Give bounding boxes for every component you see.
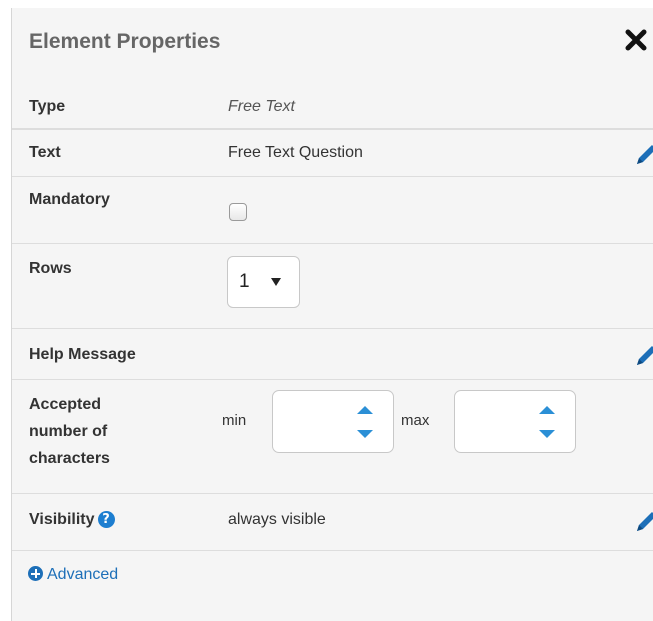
max-characters-input[interactable] (454, 390, 576, 453)
accepted-label-line1: Accepted (29, 396, 102, 413)
accepted-characters-row: Accepted number of characters min max (12, 380, 653, 494)
mandatory-row: Mandatory (12, 177, 653, 244)
rows-select-value: 1 (239, 271, 250, 292)
visibility-row: Visibility? always visible (12, 494, 653, 551)
pencil-icon[interactable] (633, 509, 653, 535)
question-circle-icon[interactable]: ? (97, 511, 115, 528)
max-label: max (401, 412, 430, 429)
rows-select[interactable]: 1 (227, 256, 300, 308)
type-row: Type Free Text (12, 84, 653, 129)
min-characters-input[interactable] (272, 390, 394, 453)
accepted-label-line3: characters (29, 450, 110, 467)
spin-down-icon[interactable] (357, 430, 373, 438)
min-label: min (222, 412, 247, 429)
plus-circle-icon (28, 566, 43, 581)
type-value: Free Text (228, 98, 295, 115)
chevron-down-icon (271, 278, 281, 286)
help-message-row: Help Message (12, 329, 653, 380)
panel-title: Element Properties (29, 30, 221, 53)
visibility-value: always visible (228, 511, 326, 528)
text-label: Text (29, 144, 61, 161)
help-message-label: Help Message (29, 346, 136, 363)
advanced-label: Advanced (47, 566, 119, 583)
rows-row: Rows 1 (12, 244, 653, 329)
panel-header: Element Properties (12, 8, 653, 84)
type-label: Type (29, 98, 66, 115)
spin-up-icon[interactable] (539, 406, 555, 414)
visibility-label-wrap: Visibility? (29, 509, 115, 531)
spin-up-icon[interactable] (357, 406, 373, 414)
accepted-characters-label: Accepted number of characters (29, 391, 110, 472)
visibility-label: Visibility (29, 511, 95, 528)
text-value: Free Text Question (228, 144, 363, 161)
mandatory-checkbox[interactable] (229, 203, 247, 221)
pencil-icon[interactable] (633, 142, 653, 168)
spin-down-icon[interactable] (539, 430, 555, 438)
mandatory-label: Mandatory (29, 191, 110, 208)
accepted-label-line2: number of (29, 423, 108, 440)
rows-label: Rows (29, 260, 72, 277)
advanced-section: Advanced (12, 551, 653, 599)
element-properties-panel: Element Properties Type Free Text Text F… (11, 8, 653, 621)
advanced-link[interactable]: Advanced (28, 565, 118, 585)
text-row: Text Free Text Question (12, 129, 653, 177)
close-icon[interactable] (624, 28, 648, 52)
pencil-icon[interactable] (633, 343, 653, 369)
